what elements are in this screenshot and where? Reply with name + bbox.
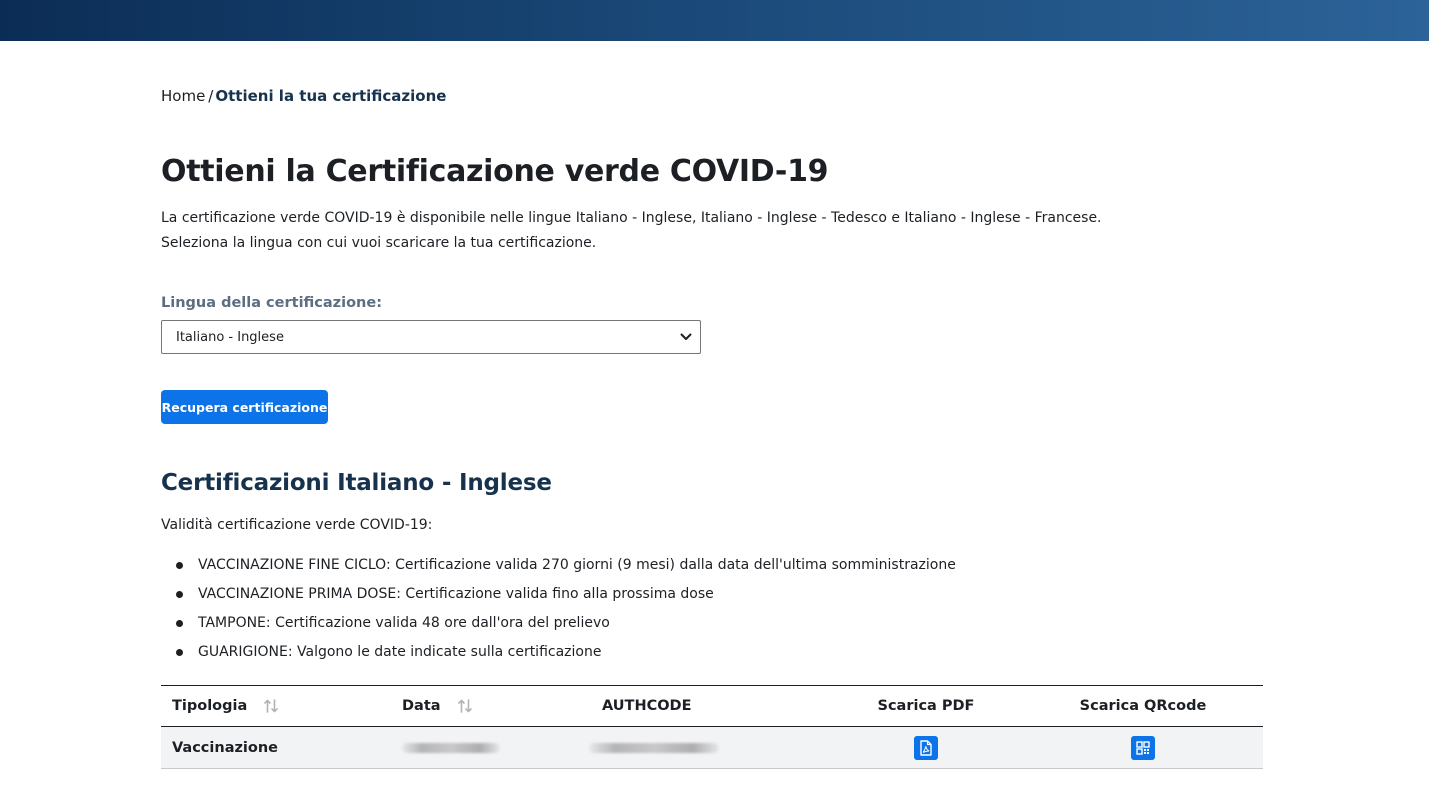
breadcrumb-current: Ottieni la tua certificazione xyxy=(215,87,447,105)
intro-line-1: La certificazione verde COVID-19 è dispo… xyxy=(161,210,1102,226)
column-header-type-label: Tipologia xyxy=(172,698,248,714)
list-item: VACCINAZIONE FINE CICLO: Certificazione … xyxy=(161,552,956,581)
redacted-date xyxy=(402,742,500,753)
chevron-down-icon xyxy=(680,333,692,341)
bullet xyxy=(176,620,183,627)
sort-arrows-icon[interactable] xyxy=(263,698,279,714)
cell-authcode-redacted xyxy=(589,727,719,768)
cell-type: Vaccinazione xyxy=(172,739,279,756)
qr-code-icon[interactable] xyxy=(1131,735,1155,760)
table-row: Vaccinazione xyxy=(161,727,1263,769)
rule-text: VACCINAZIONE PRIMA DOSE: Certificazione … xyxy=(198,586,714,602)
language-select-value: Italiano - Inglese xyxy=(176,329,284,345)
list-item: VACCINAZIONE PRIMA DOSE: Certificazione … xyxy=(161,581,956,610)
column-header-qr: Scarica QRcode xyxy=(1079,698,1207,714)
table-body: Vaccinazione xyxy=(161,727,1263,769)
header-bar xyxy=(0,0,1429,41)
column-header-date-label: Data xyxy=(402,698,441,714)
cell-qr xyxy=(1073,727,1213,768)
language-select[interactable]: Italiano - Inglese xyxy=(161,320,701,354)
breadcrumb-separator: / xyxy=(208,87,214,105)
bullet xyxy=(176,591,183,598)
language-select-label: Lingua della certificazione: xyxy=(161,295,382,311)
rule-text: TAMPONE: Certificazione valida 48 ore da… xyxy=(198,615,610,631)
bullet xyxy=(176,649,183,656)
column-header-authcode: AUTHCODE xyxy=(602,698,692,714)
validity-rules-list: VACCINAZIONE FINE CICLO: Certificazione … xyxy=(161,552,956,668)
rule-text: GUARIGIONE: Valgono le date indicate sul… xyxy=(198,644,602,660)
sort-arrows-icon[interactable] xyxy=(457,698,473,714)
page-title: Ottieni la Certificazione verde COVID-19 xyxy=(161,154,829,189)
pdf-file-icon[interactable] xyxy=(914,735,938,760)
list-item: TAMPONE: Certificazione valida 48 ore da… xyxy=(161,610,956,639)
breadcrumb: Home / Ottieni la tua certificazione xyxy=(161,86,446,106)
rule-text: VACCINAZIONE FINE CICLO: Certificazione … xyxy=(198,557,956,573)
column-header-pdf: Scarica PDF xyxy=(877,698,975,714)
bullet xyxy=(176,562,183,569)
validity-label: Validità certificazione verde COVID-19: xyxy=(161,517,433,533)
certifications-heading: Certificazioni Italiano - Inglese xyxy=(161,470,552,496)
breadcrumb-home-link[interactable]: Home xyxy=(161,87,205,105)
redacted-authcode xyxy=(589,742,719,753)
retrieve-certification-button[interactable]: Recupera certificazione xyxy=(161,390,328,424)
column-header-type[interactable]: Tipologia xyxy=(172,686,279,726)
certifications-table: Tipologia Data AUTHCODE Scarica PDF Scar… xyxy=(161,685,1263,769)
list-item: GUARIGIONE: Valgono le date indicate sul… xyxy=(161,639,956,668)
column-header-date[interactable]: Data xyxy=(402,686,473,726)
intro-text: La certificazione verde COVID-19 è dispo… xyxy=(161,206,1102,256)
cell-pdf xyxy=(861,727,991,768)
cell-date-redacted xyxy=(402,727,500,768)
table-header: Tipologia Data AUTHCODE Scarica PDF Scar… xyxy=(161,685,1263,727)
intro-line-2: Seleziona la lingua con cui vuoi scarica… xyxy=(161,235,597,251)
